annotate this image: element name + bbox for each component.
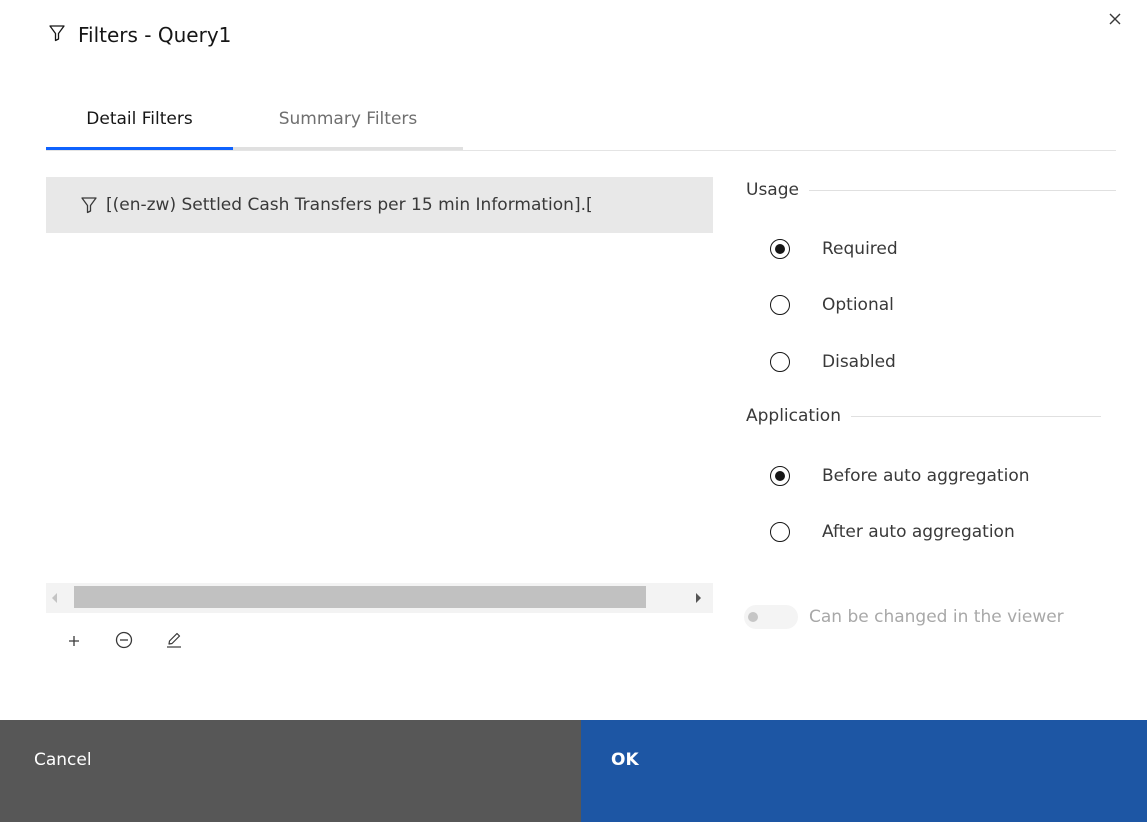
radio-required[interactable]: Required: [770, 234, 898, 264]
radio-label: Disabled: [822, 352, 896, 372]
radio-label: Before auto aggregation: [822, 466, 1030, 486]
radio-circle: [770, 352, 790, 372]
radio-label: Required: [822, 239, 898, 259]
list-actions: [60, 627, 188, 657]
radio-disabled[interactable]: Disabled: [770, 347, 896, 377]
add-button[interactable]: [60, 628, 88, 656]
radio-optional[interactable]: Optional: [770, 290, 894, 320]
viewer-toggle[interactable]: [744, 605, 798, 629]
dialog-title: Filters - Query1: [78, 23, 232, 47]
horizontal-scrollbar[interactable]: [46, 583, 713, 613]
add-icon: [67, 633, 81, 652]
radio-before-auto-aggregation[interactable]: Before auto aggregation: [770, 461, 1030, 491]
radio-circle: [770, 466, 790, 486]
application-label: Application: [746, 406, 841, 426]
scrollbar-thumb[interactable]: [74, 586, 646, 608]
viewer-toggle-row: Can be changed in the viewer: [744, 603, 1064, 631]
scroll-left-icon[interactable]: [52, 593, 57, 603]
dialog-footer: Cancel OK: [0, 720, 1147, 822]
filter-tabs: Detail Filters Summary Filters: [46, 90, 1116, 151]
ok-button[interactable]: OK: [581, 720, 1147, 822]
radio-dot: [775, 471, 785, 481]
dialog-header: Filters - Query1: [48, 20, 231, 50]
remove-icon: [114, 630, 134, 654]
close-button[interactable]: [1100, 6, 1130, 36]
divider: [851, 415, 1101, 417]
list-item[interactable]: [(en-zw) Settled Cash Transfers per 15 m…: [46, 177, 713, 233]
cancel-button[interactable]: Cancel: [0, 720, 581, 822]
radio-label: Optional: [822, 295, 894, 315]
scroll-right-icon[interactable]: [696, 593, 701, 603]
usage-group-label: Usage: [746, 180, 1116, 200]
filter-expression: [(en-zw) Settled Cash Transfers per 15 m…: [106, 195, 593, 215]
radio-circle: [770, 295, 790, 315]
radio-after-auto-aggregation[interactable]: After auto aggregation: [770, 517, 1015, 547]
radio-circle: [770, 239, 790, 259]
filters-dialog: Filters - Query1 Detail Filters Summary …: [0, 0, 1147, 822]
filter-icon: [80, 196, 98, 214]
toggle-knob: [748, 612, 758, 622]
usage-label: Usage: [746, 180, 799, 200]
close-icon: [1107, 11, 1123, 31]
application-group-label: Application: [746, 406, 1116, 426]
edit-button[interactable]: [160, 628, 188, 656]
radio-circle: [770, 522, 790, 542]
divider: [808, 189, 1116, 191]
filter-icon: [48, 24, 66, 46]
radio-label: After auto aggregation: [822, 522, 1015, 542]
radio-dot: [775, 244, 785, 254]
filter-list: [(en-zw) Settled Cash Transfers per 15 m…: [46, 177, 713, 614]
edit-icon: [164, 630, 184, 654]
tab-detail-filters[interactable]: Detail Filters: [46, 90, 233, 150]
tab-summary-filters[interactable]: Summary Filters: [233, 90, 463, 150]
remove-button[interactable]: [110, 628, 138, 656]
viewer-toggle-label: Can be changed in the viewer: [809, 607, 1064, 627]
